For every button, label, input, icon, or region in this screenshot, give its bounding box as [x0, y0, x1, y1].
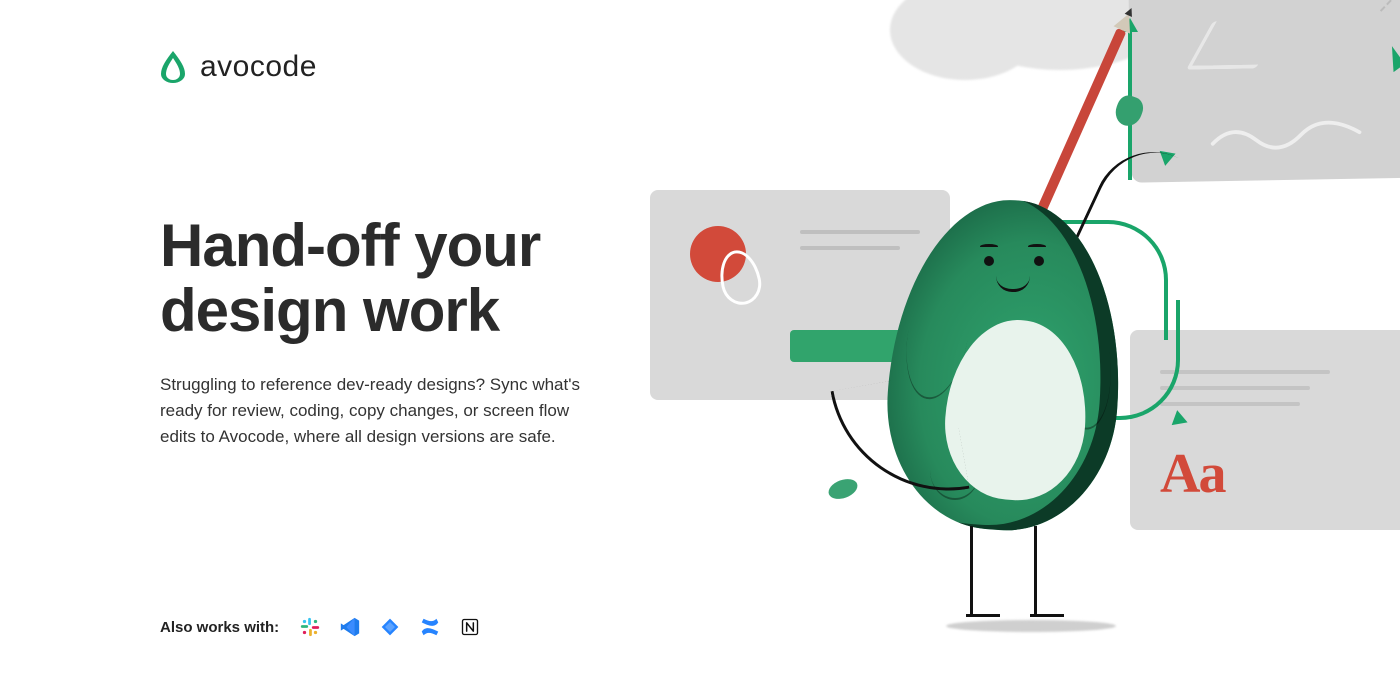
avocode-logo-icon [160, 50, 186, 84]
triangle-outline-icon [1186, 20, 1283, 70]
brand-logo[interactable]: avocode [160, 50, 620, 84]
hero-headline: Hand-off your design work [160, 214, 620, 344]
mascot-shadow [946, 620, 1116, 632]
landing-hero: avocode Hand-off your design work Strugg… [0, 0, 1400, 700]
typography-sample: Aa [1160, 442, 1224, 506]
confluence-icon[interactable] [417, 614, 443, 640]
hero-illustration: Aa [640, 0, 1400, 700]
hero-subtext: Struggling to reference dev-ready design… [160, 372, 590, 451]
jira-icon[interactable] [377, 614, 403, 640]
integrations-row: Also works with: [160, 614, 483, 640]
vscode-icon[interactable] [337, 614, 363, 640]
hero-text-column: avocode Hand-off your design work Strugg… [0, 0, 640, 700]
hero-headline-line2: design work [160, 277, 499, 344]
dashed-cursor-icon [1385, 0, 1400, 22]
cursor-icon [1381, 46, 1400, 72]
mascot-face [970, 250, 1080, 310]
brand-name: avocode [200, 50, 317, 84]
notion-icon[interactable] [457, 614, 483, 640]
mascot-hand-left [826, 475, 860, 502]
squiggle-icon [1191, 118, 1381, 151]
integrations-label: Also works with: [160, 619, 279, 636]
text-lines-placeholder [1160, 370, 1330, 418]
slack-icon[interactable] [297, 614, 323, 640]
avocado-mascot [850, 180, 1150, 610]
hero-headline-line1: Hand-off your [160, 212, 540, 279]
integration-icons [297, 614, 483, 640]
